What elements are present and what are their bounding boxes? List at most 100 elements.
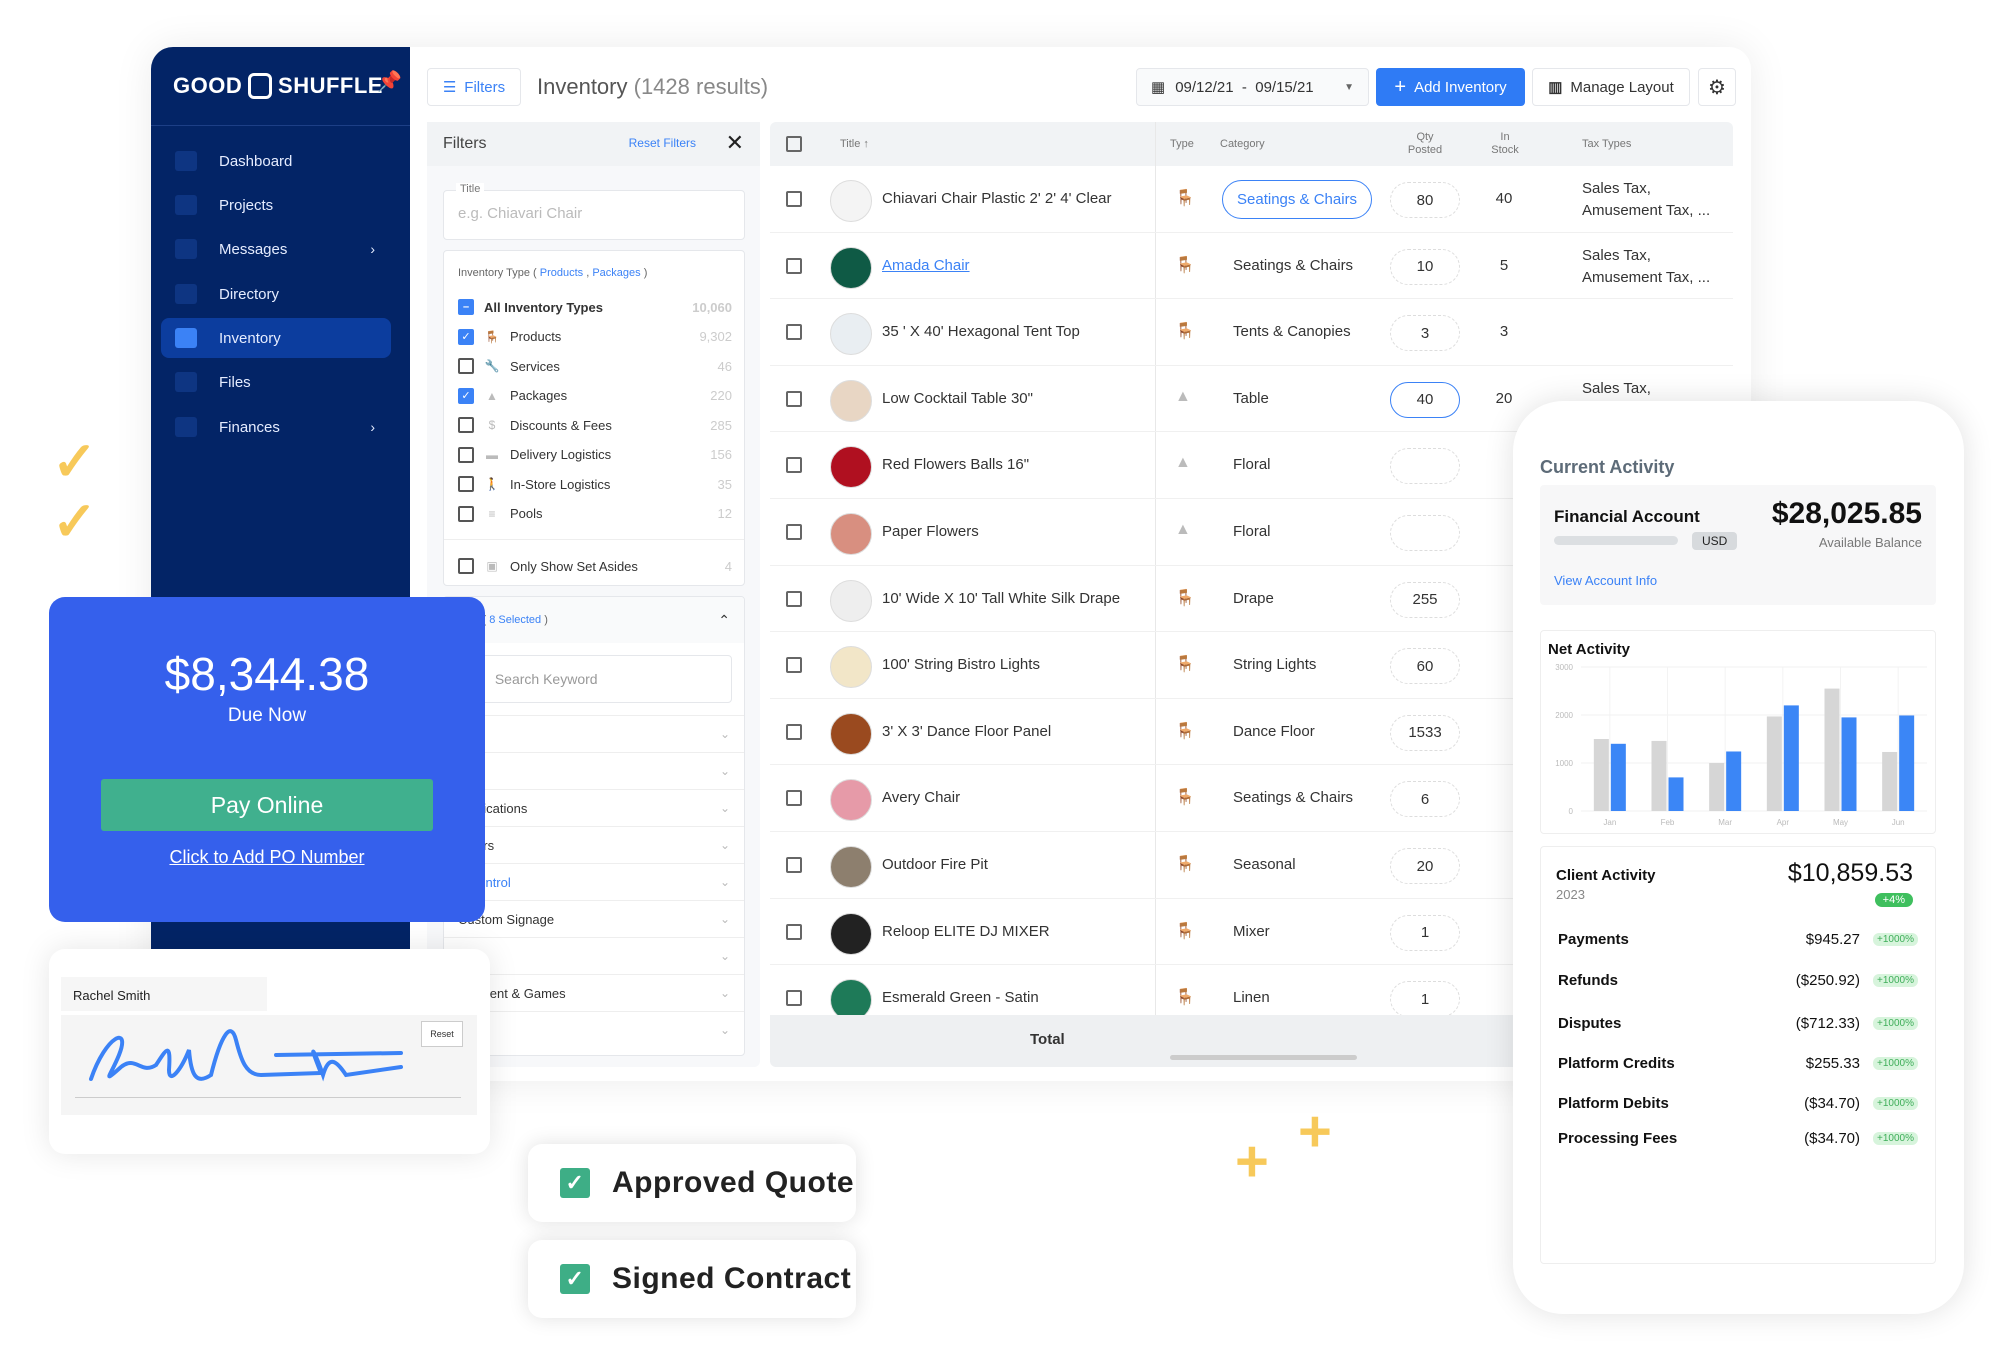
view-account-info-link[interactable]: View Account Info — [1554, 573, 1657, 588]
qty-posted-input[interactable]: 10 — [1390, 248, 1460, 285]
category-heading[interactable]: gory ( 8 Selected ) ⌃ — [444, 597, 744, 643]
inventory-type-option[interactable]: 🚶 In-Store Logistics 35 — [458, 472, 732, 496]
chevron-down-icon[interactable]: ⌄ — [720, 838, 730, 852]
checkbox[interactable] — [458, 476, 474, 492]
add-inventory-button[interactable]: + Add Inventory — [1376, 68, 1525, 106]
inventory-type-option[interactable]: ✓ ▲ Packages 220 — [458, 384, 732, 408]
table-row[interactable]: Amada Chair 🪑 Seatings & Chairs 10 5 Sales Ta… — [770, 233, 1733, 300]
chevron-down-icon[interactable]: ⌄ — [720, 764, 730, 778]
financial-account-card: Financial Account USD $28,025.85 Availab… — [1540, 485, 1936, 605]
inventory-type-option[interactable]: $ Discounts & Fees 285 — [458, 413, 732, 437]
row-checkbox[interactable] — [786, 990, 802, 1007]
qty-posted-input[interactable] — [1390, 515, 1460, 551]
qty-posted-input[interactable]: 60 — [1390, 648, 1460, 685]
inventory-type-option[interactable]: ▬ Delivery Logistics 156 — [458, 443, 732, 467]
add-po-number-link[interactable]: Click to Add PO Number — [49, 847, 485, 868]
sidebar-item-files[interactable]: Files — [161, 362, 391, 402]
chevron-down-icon[interactable]: ⌄ — [720, 912, 730, 926]
column-tax-types[interactable]: Tax Types — [1582, 138, 1631, 151]
sidebar-item-finances[interactable]: Finances › — [161, 407, 391, 447]
manage-layout-button[interactable]: ▥ Manage Layout — [1532, 68, 1690, 106]
title-filter-input[interactable] — [458, 205, 728, 222]
column-in-stock[interactable]: In Stock — [1488, 131, 1522, 157]
column-qty-posted[interactable]: Qty Posted — [1405, 131, 1445, 157]
column-category[interactable]: Category — [1220, 138, 1265, 151]
checkbox[interactable] — [458, 505, 474, 522]
sidebar-item-directory[interactable]: Directory — [161, 274, 391, 314]
category-item[interactable]: o⌄ — [444, 715, 744, 752]
qty-posted-input[interactable]: 3 — [1390, 315, 1460, 352]
category-item[interactable]: puters⌄ — [444, 826, 744, 863]
table-row[interactable]: 35 ' X 40' Hexagonal Tent Top 🪑 Tents & Ca… — [770, 299, 1733, 366]
sidebar-item-dashboard[interactable]: Dashboard — [161, 141, 391, 181]
row-checkbox[interactable] — [786, 457, 802, 474]
sidebar-item-inventory[interactable]: Inventory — [161, 318, 391, 358]
row-checkbox[interactable] — [786, 257, 802, 274]
qty-posted-input[interactable]: 40 — [1390, 381, 1460, 418]
inventory-type-option[interactable]: – All Inventory Types 10,060 — [458, 295, 732, 319]
checkbox[interactable] — [458, 446, 474, 463]
item-title[interactable]: Amada Chair — [882, 257, 970, 274]
checkbox[interactable] — [458, 358, 474, 374]
inventory-type-option[interactable]: ✓ 🪑 Products 9,302 — [458, 325, 732, 349]
row-checkbox[interactable] — [786, 191, 802, 207]
chevron-down-icon[interactable]: ⌄ — [720, 727, 730, 741]
option-count: 9,302 — [699, 329, 732, 344]
chevron-down-icon[interactable]: ⌄ — [720, 949, 730, 963]
reset-signature-button[interactable]: Reset — [421, 1021, 463, 1047]
select-all-checkbox[interactable] — [786, 136, 802, 152]
chevron-down-icon[interactable]: ⌄ — [720, 801, 730, 815]
qty-posted-input[interactable]: 1533 — [1390, 714, 1460, 751]
checkbox[interactable]: ✓ — [458, 328, 474, 345]
date-range-picker[interactable]: ▦ 09/12/21 - 09/15/21 ▼ — [1136, 68, 1369, 106]
category-search[interactable]: ⌕ Search Keyword — [458, 655, 732, 703]
category-item[interactable]: Custom Signage ⌄ — [444, 900, 744, 937]
checkbox[interactable] — [458, 417, 474, 433]
checkbox[interactable] — [458, 558, 474, 574]
row-checkbox[interactable] — [786, 390, 802, 407]
inventory-type-option[interactable]: ≡ Pools 12 — [458, 502, 732, 526]
table-row[interactable]: Chiavari Chair Plastic 2' 2' 4' Clear 🪑 Se… — [770, 166, 1733, 233]
row-checkbox[interactable] — [786, 657, 802, 674]
category-item[interactable]: hing⌄ — [444, 752, 744, 789]
category-item[interactable]: munications ⌄ — [444, 789, 744, 826]
sidebar-item-projects[interactable]: Projects — [161, 185, 391, 225]
row-checkbox[interactable] — [786, 524, 802, 540]
row-checkbox[interactable] — [786, 857, 802, 873]
pin-icon[interactable]: 📌 — [377, 69, 402, 94]
chevron-down-icon[interactable]: ⌄ — [720, 986, 730, 1000]
column-type[interactable]: Type — [1170, 138, 1194, 151]
settings-button[interactable]: ⚙ — [1698, 68, 1736, 106]
qty-posted-input[interactable]: 6 — [1390, 781, 1460, 818]
chevron-down-icon[interactable]: ⌄ — [720, 875, 730, 889]
pay-online-button[interactable]: Pay Online — [101, 779, 433, 831]
inventory-type-option[interactable]: 🔧 Services 46 — [458, 354, 732, 378]
brand-logo[interactable]: GOOD SHUFFLE — [173, 65, 383, 107]
checkbox[interactable]: – — [458, 299, 474, 315]
row-checkbox[interactable] — [786, 590, 802, 607]
signer-name-field[interactable]: Rachel Smith — [61, 977, 267, 1011]
close-icon[interactable]: ✕ — [726, 130, 744, 156]
row-checkbox[interactable] — [786, 923, 802, 940]
row-checkbox[interactable] — [786, 723, 802, 740]
row-checkbox[interactable] — [786, 324, 802, 341]
reset-filters-link[interactable]: Reset Filters — [629, 136, 696, 150]
chevron-down-icon[interactable]: ⌄ — [720, 1023, 730, 1037]
category-item[interactable]: d Control⌄ — [444, 863, 744, 900]
horizontal-scrollbar[interactable] — [1170, 1055, 1357, 1060]
qty-posted-input[interactable]: 80 — [1390, 182, 1460, 218]
sidebar-item-messages[interactable]: Messages › — [161, 229, 391, 269]
set-asides-option[interactable]: ▣ Only Show Set Asides 4 — [458, 554, 732, 578]
filters-toggle-button[interactable]: ☰ Filters — [427, 68, 521, 106]
chevron-up-icon[interactable]: ⌃ — [718, 612, 730, 629]
qty-posted-input[interactable]: 20 — [1390, 848, 1460, 884]
row-checkbox[interactable] — [786, 790, 802, 807]
item-category[interactable]: Seatings & Chairs — [1222, 180, 1373, 219]
qty-posted-input[interactable]: 1 — [1390, 981, 1460, 1018]
column-title[interactable]: Title ↑ — [840, 138, 869, 151]
qty-posted-input[interactable]: 255 — [1390, 581, 1460, 618]
qty-posted-input[interactable]: 1 — [1390, 914, 1460, 951]
checkbox[interactable]: ✓ — [458, 387, 474, 404]
signature-pad[interactable]: Reset — [61, 1015, 477, 1115]
qty-posted-input[interactable] — [1390, 448, 1460, 485]
